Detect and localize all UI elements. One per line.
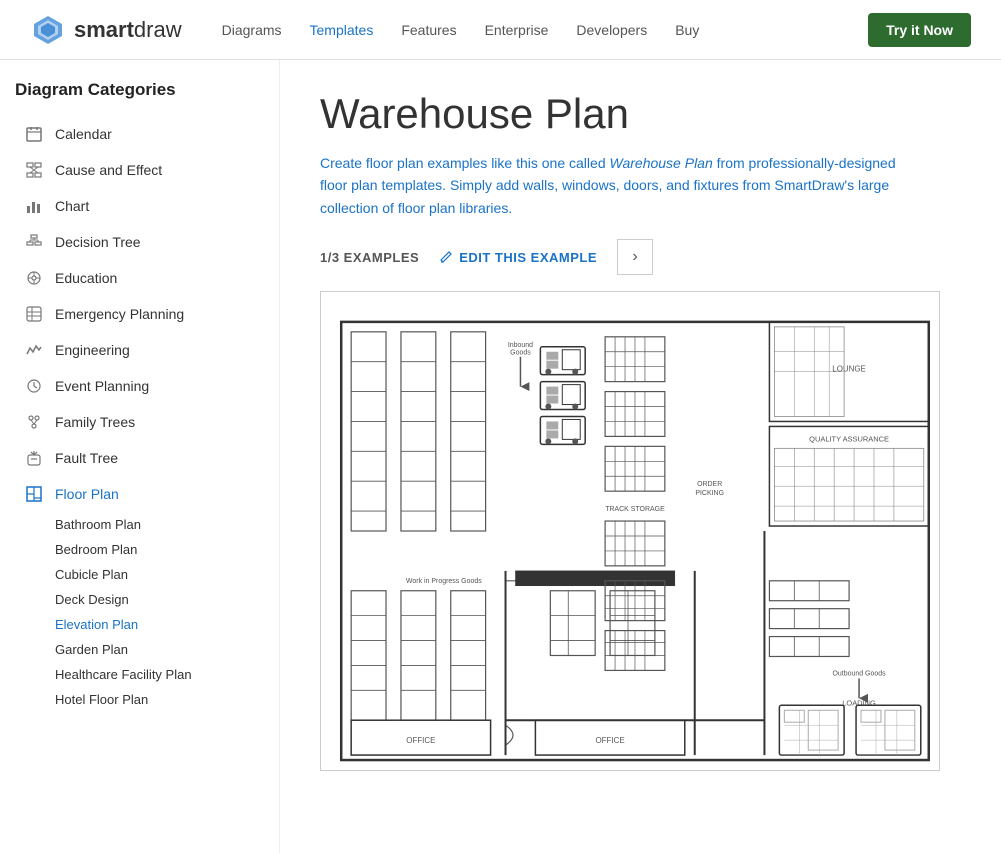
sidebar-label-event: Event Planning <box>55 378 149 394</box>
main-content: Warehouse Plan Create floor plan example… <box>280 60 1001 853</box>
fault-icon <box>23 447 45 469</box>
logo[interactable]: smartdraw <box>30 12 182 48</box>
header: smartdraw Diagrams Templates Features En… <box>0 0 1001 60</box>
sidebar-item-calendar[interactable]: Calendar <box>15 116 264 152</box>
education-icon <box>23 267 45 289</box>
nav-templates[interactable]: Templates <box>310 22 374 38</box>
sidebar-label-emergency: Emergency Planning <box>55 306 184 322</box>
engineering-icon <box>23 339 45 361</box>
main-nav: Diagrams Templates Features Enterprise D… <box>222 22 868 38</box>
logo-icon <box>30 12 66 48</box>
sidebar-item-family[interactable]: Family Trees <box>15 404 264 440</box>
family-icon <box>23 411 45 433</box>
cause-effect-icon <box>23 159 45 181</box>
sidebar-sub-healthcare[interactable]: Healthcare Facility Plan <box>15 662 264 687</box>
sidebar-label-calendar: Calendar <box>55 126 112 142</box>
svg-text:PICKING: PICKING <box>695 490 724 497</box>
next-button[interactable]: › <box>617 239 653 275</box>
edit-link[interactable]: EDIT THIS EXAMPLE <box>439 250 597 265</box>
sidebar-sub-cubicle[interactable]: Cubicle Plan <box>15 562 264 587</box>
nav-diagrams[interactable]: Diagrams <box>222 22 282 38</box>
chart-icon <box>23 195 45 217</box>
try-now-button[interactable]: Try it Now <box>868 13 971 47</box>
sidebar-label-decision-tree: Decision Tree <box>55 234 141 250</box>
sidebar-label-cause-effect: Cause and Effect <box>55 162 162 178</box>
sidebar-sub-bedroom[interactable]: Bedroom Plan <box>15 537 264 562</box>
svg-text:OFFICE: OFFICE <box>406 736 435 745</box>
sidebar-item-floor-plan[interactable]: Floor Plan <box>15 476 264 512</box>
main-layout: Diagram Categories Calendar Cause and Ef… <box>0 60 1001 853</box>
sidebar-item-education[interactable]: Education <box>15 260 264 296</box>
sidebar-label-floor-plan: Floor Plan <box>55 486 119 502</box>
sidebar-item-engineering[interactable]: Engineering <box>15 332 264 368</box>
sidebar-sub-deck[interactable]: Deck Design <box>15 587 264 612</box>
sidebar-label-education: Education <box>55 270 117 286</box>
description: Create floor plan examples like this one… <box>320 152 920 219</box>
nav-buy[interactable]: Buy <box>675 22 699 38</box>
sidebar-label-chart: Chart <box>55 198 89 214</box>
emergency-icon <box>23 303 45 325</box>
edit-icon <box>439 250 453 264</box>
svg-text:Goods: Goods <box>510 350 531 357</box>
nav-features[interactable]: Features <box>401 22 456 38</box>
svg-text:TRACK STORAGE: TRACK STORAGE <box>605 506 665 513</box>
sidebar-title: Diagram Categories <box>15 80 264 100</box>
sidebar-sub-garden[interactable]: Garden Plan <box>15 637 264 662</box>
floor-plan-icon <box>23 483 45 505</box>
diagram-container: Inbound Goods <box>320 291 940 771</box>
svg-text:OFFICE: OFFICE <box>595 736 624 745</box>
sidebar: Diagram Categories Calendar Cause and Ef… <box>0 60 280 853</box>
sidebar-sub-bathroom[interactable]: Bathroom Plan <box>15 512 264 537</box>
svg-text:Outbound Goods: Outbound Goods <box>832 671 886 678</box>
sidebar-label-engineering: Engineering <box>55 342 130 358</box>
decision-tree-icon <box>23 231 45 253</box>
nav-enterprise[interactable]: Enterprise <box>485 22 549 38</box>
sidebar-item-emergency[interactable]: Emergency Planning <box>15 296 264 332</box>
event-icon <box>23 375 45 397</box>
svg-text:QUALITY ASSURANCE: QUALITY ASSURANCE <box>809 435 889 444</box>
example-count: 1/3 EXAMPLES <box>320 250 419 265</box>
svg-text:Inbound: Inbound <box>508 342 533 349</box>
svg-text:ORDER: ORDER <box>697 481 722 488</box>
diagram-toolbar: 1/3 EXAMPLES EDIT THIS EXAMPLE › <box>320 239 961 275</box>
warehouse-diagram: Inbound Goods <box>321 292 939 770</box>
logo-text: smartdraw <box>74 17 182 43</box>
sidebar-label-fault: Fault Tree <box>55 450 118 466</box>
sidebar-item-fault[interactable]: Fault Tree <box>15 440 264 476</box>
page-title: Warehouse Plan <box>320 90 961 138</box>
svg-text:Work in Progress Goods: Work in Progress Goods <box>406 578 482 585</box>
svg-text:LOUNGE: LOUNGE <box>832 365 866 374</box>
sidebar-item-decision-tree[interactable]: Decision Tree <box>15 224 264 260</box>
nav-developers[interactable]: Developers <box>576 22 647 38</box>
sidebar-item-cause-effect[interactable]: Cause and Effect <box>15 152 264 188</box>
sidebar-item-chart[interactable]: Chart <box>15 188 264 224</box>
sidebar-label-family: Family Trees <box>55 414 135 430</box>
sidebar-sub-hotel[interactable]: Hotel Floor Plan <box>15 687 264 712</box>
calendar-icon <box>23 123 45 145</box>
sidebar-sub-elevation[interactable]: Elevation Plan <box>15 612 264 637</box>
sidebar-item-event[interactable]: Event Planning <box>15 368 264 404</box>
